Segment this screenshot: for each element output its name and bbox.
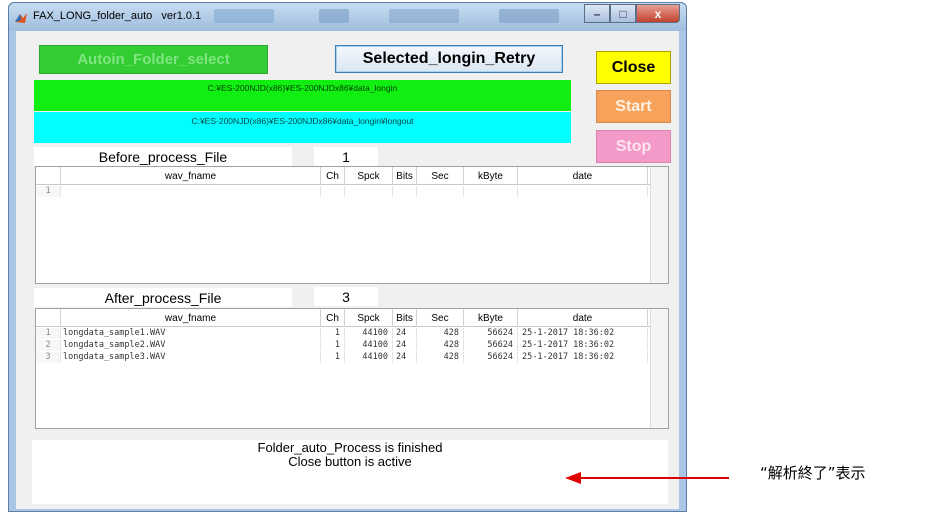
matlab-icon bbox=[15, 13, 27, 23]
row-index-header bbox=[36, 309, 61, 327]
start-button[interactable]: Start bbox=[596, 90, 671, 123]
autoin-folder-select-button[interactable]: Autoin_Folder_select bbox=[39, 45, 268, 74]
kbyte-cell bbox=[464, 186, 518, 197]
spck-cell bbox=[345, 186, 393, 197]
column-header[interactable]: Spck bbox=[345, 167, 393, 185]
bits-cell: 24 bbox=[393, 328, 417, 339]
column-header[interactable]: date bbox=[518, 167, 648, 185]
column-header[interactable]: Sec bbox=[417, 309, 464, 327]
row-index: 1 bbox=[36, 186, 61, 197]
wav-fname-cell: longdata_sample1.WAV bbox=[61, 328, 321, 339]
before-process-table[interactable]: wav_fname Ch Spck Bits Sec kByte date 1 bbox=[35, 166, 669, 284]
sec-cell: 428 bbox=[417, 328, 464, 339]
ch-cell: 1 bbox=[321, 340, 345, 351]
close-button[interactable]: Close bbox=[596, 51, 671, 84]
spck-cell: 44100 bbox=[345, 328, 393, 339]
column-header[interactable]: Bits bbox=[393, 167, 417, 185]
ch-cell: 1 bbox=[321, 328, 345, 339]
column-header[interactable]: Sec bbox=[417, 167, 464, 185]
blurred-taskbar-region bbox=[214, 9, 274, 23]
spck-cell: 44100 bbox=[345, 352, 393, 363]
blurred-taskbar-region bbox=[499, 9, 559, 23]
window-title: FAX_LONG_folder_auto ver1.0.1 bbox=[33, 10, 202, 22]
bits-cell: 24 bbox=[393, 340, 417, 351]
wav-fname-cell: longdata_sample2.WAV bbox=[61, 340, 321, 351]
blurred-taskbar-region bbox=[319, 9, 349, 23]
bits-cell: 24 bbox=[393, 352, 417, 363]
date-cell: 25-1-2017 18:36:02 bbox=[518, 328, 648, 339]
column-header[interactable]: wav_fname bbox=[61, 309, 321, 327]
table-header: wav_fname Ch Spck Bits Sec kByte date bbox=[36, 167, 668, 185]
row-index-header bbox=[36, 167, 61, 185]
window-close-button[interactable]: x bbox=[636, 4, 680, 23]
ch-cell: 1 bbox=[321, 352, 345, 363]
status-line-finished: Folder_auto_Process is finished bbox=[257, 440, 443, 455]
kbyte-cell: 56624 bbox=[464, 340, 518, 351]
blurred-taskbar-region bbox=[389, 9, 459, 23]
row-index: 1 bbox=[36, 328, 61, 339]
date-cell: 25-1-2017 18:36:02 bbox=[518, 352, 648, 363]
vertical-scrollbar[interactable] bbox=[650, 167, 668, 283]
table-header: wav_fname Ch Spck Bits Sec kByte date bbox=[36, 309, 668, 327]
date-cell: 25-1-2017 18:36:02 bbox=[518, 340, 648, 351]
client-area: Autoin_Folder_select Selected_longin_Ret… bbox=[16, 31, 679, 509]
column-header[interactable]: Ch bbox=[321, 309, 345, 327]
left-arrow-icon bbox=[565, 472, 729, 484]
maximize-button[interactable]: □ bbox=[610, 4, 636, 23]
kbyte-cell: 56624 bbox=[464, 328, 518, 339]
after-process-count: 3 bbox=[314, 287, 378, 306]
column-header[interactable]: kByte bbox=[464, 167, 518, 185]
column-header[interactable]: kByte bbox=[464, 309, 518, 327]
table-row[interactable]: 3 longdata_sample3.WAV 1 44100 24 428 56… bbox=[36, 352, 648, 363]
analysis-finished-annotation: “解析終了”表示 bbox=[760, 464, 866, 482]
wav-fname-cell: longdata_sample3.WAV bbox=[61, 352, 321, 363]
kbyte-cell: 56624 bbox=[464, 352, 518, 363]
wav-fname-cell bbox=[61, 186, 321, 197]
column-header[interactable]: Bits bbox=[393, 309, 417, 327]
table-row[interactable]: 2 longdata_sample2.WAV 1 44100 24 428 56… bbox=[36, 340, 648, 351]
table-row[interactable]: 1 bbox=[36, 186, 648, 197]
output-folder-path: C:¥ES-200NJD(x86)¥ES-200NJDx86¥data_long… bbox=[34, 112, 571, 143]
column-header[interactable]: Ch bbox=[321, 167, 345, 185]
caption-buttons: – □ x bbox=[584, 4, 680, 23]
sec-cell bbox=[417, 186, 464, 197]
sec-cell: 428 bbox=[417, 340, 464, 351]
spck-cell: 44100 bbox=[345, 340, 393, 351]
column-header[interactable]: date bbox=[518, 309, 648, 327]
before-process-label: Before_process_File bbox=[34, 147, 292, 166]
title-bar[interactable]: FAX_LONG_folder_auto ver1.0.1 – □ x bbox=[9, 3, 686, 31]
stop-button[interactable]: Stop bbox=[596, 130, 671, 163]
minimize-button[interactable]: – bbox=[584, 4, 610, 23]
status-line-close-active: Close button is active bbox=[288, 454, 412, 469]
row-index: 3 bbox=[36, 352, 61, 363]
column-header[interactable]: Spck bbox=[345, 309, 393, 327]
column-header[interactable]: wav_fname bbox=[61, 167, 321, 185]
after-process-label: After_process_File bbox=[34, 288, 292, 307]
date-cell bbox=[518, 186, 648, 197]
after-process-table[interactable]: wav_fname Ch Spck Bits Sec kByte date 1 … bbox=[35, 308, 669, 429]
app-window: FAX_LONG_folder_auto ver1.0.1 – □ x Auto… bbox=[8, 2, 687, 512]
sec-cell: 428 bbox=[417, 352, 464, 363]
vertical-scrollbar[interactable] bbox=[650, 309, 668, 428]
selected-longin-retry-button[interactable]: Selected_longin_Retry bbox=[335, 45, 563, 73]
table-row[interactable]: 1 longdata_sample1.WAV 1 44100 24 428 56… bbox=[36, 328, 648, 339]
before-process-count: 1 bbox=[314, 147, 378, 166]
ch-cell bbox=[321, 186, 345, 197]
bits-cell bbox=[393, 186, 417, 197]
input-folder-path: C:¥ES-200NJD(x86)¥ES-200NJDx86¥data_long… bbox=[34, 80, 571, 111]
row-index: 2 bbox=[36, 340, 61, 351]
